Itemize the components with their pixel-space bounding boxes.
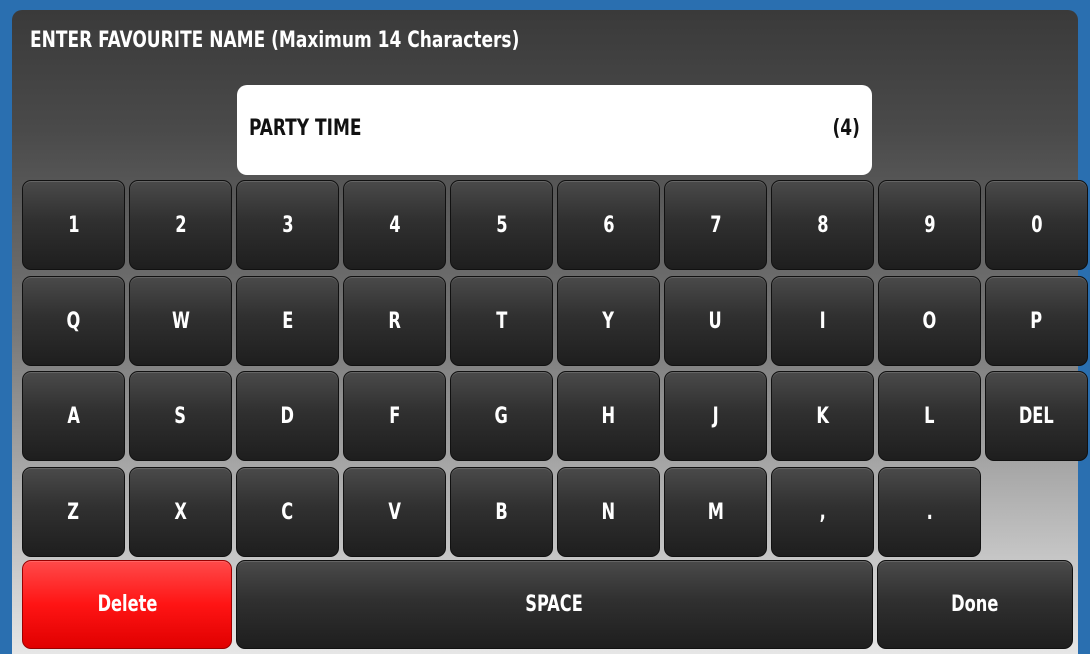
done-button[interactable]: Done: [877, 560, 1073, 649]
key-del[interactable]: DEL: [985, 371, 1088, 461]
key-f[interactable]: F: [343, 371, 446, 461]
key-a[interactable]: A: [22, 371, 125, 461]
key-0[interactable]: 0: [985, 180, 1088, 270]
key-label: 0: [1030, 212, 1043, 238]
key-i[interactable]: I: [771, 276, 874, 366]
key-label: V: [388, 499, 401, 525]
key-label: Y: [602, 308, 615, 334]
key-label: G: [494, 403, 509, 429]
key-label: D: [280, 403, 295, 429]
key-4[interactable]: 4: [343, 180, 446, 270]
key-label: Q: [66, 308, 81, 334]
key-w[interactable]: W: [129, 276, 232, 366]
key-t[interactable]: T: [450, 276, 553, 366]
key-l[interactable]: L: [878, 371, 981, 461]
key-label: W: [171, 308, 190, 334]
key-d[interactable]: D: [236, 371, 339, 461]
dialog-title: ENTER FAVOURITE NAME (Maximum 14 Charact…: [30, 28, 520, 53]
key-e[interactable]: E: [236, 276, 339, 366]
key-label: O: [922, 308, 937, 334]
remaining-char-count: (4): [832, 116, 860, 141]
key-p[interactable]: P: [985, 276, 1088, 366]
key-label: J: [712, 403, 719, 429]
done-button-label: Done: [951, 592, 999, 617]
key-period[interactable]: .: [878, 467, 981, 557]
key-q[interactable]: Q: [22, 276, 125, 366]
key-label: T: [495, 308, 508, 334]
key-label: 7: [709, 212, 722, 238]
space-button[interactable]: SPACE: [236, 560, 873, 649]
key-label: B: [495, 499, 508, 525]
key-c[interactable]: C: [236, 467, 339, 557]
key-k[interactable]: K: [771, 371, 874, 461]
key-1[interactable]: 1: [22, 180, 125, 270]
delete-button[interactable]: Delete: [22, 560, 232, 649]
key-v[interactable]: V: [343, 467, 446, 557]
key-b[interactable]: B: [450, 467, 553, 557]
key-label: X: [174, 499, 187, 525]
key-label: L: [924, 403, 935, 429]
key-6[interactable]: 6: [557, 180, 660, 270]
key-label: 5: [495, 212, 508, 238]
key-label: 2: [174, 212, 187, 238]
key-u[interactable]: U: [664, 276, 767, 366]
key-label: E: [281, 308, 294, 334]
key-label: Z: [67, 499, 80, 525]
key-label: N: [601, 499, 616, 525]
key-label: 4: [388, 212, 401, 238]
key-x[interactable]: X: [129, 467, 232, 557]
key-label: A: [67, 403, 80, 429]
key-g[interactable]: G: [450, 371, 553, 461]
key-8[interactable]: 8: [771, 180, 874, 270]
key-2[interactable]: 2: [129, 180, 232, 270]
key-label: 6: [602, 212, 615, 238]
name-input-value: PARTY TIME: [249, 116, 362, 141]
key-label: 1: [67, 212, 80, 238]
key-7[interactable]: 7: [664, 180, 767, 270]
key-label: C: [281, 499, 294, 525]
key-9[interactable]: 9: [878, 180, 981, 270]
key-y[interactable]: Y: [557, 276, 660, 366]
key-label: R: [388, 308, 401, 334]
key-label: .: [926, 499, 933, 525]
key-label: I: [819, 308, 826, 334]
key-z[interactable]: Z: [22, 467, 125, 557]
key-comma[interactable]: ,: [771, 467, 874, 557]
key-label: ,: [819, 499, 826, 525]
key-label: DEL: [1019, 403, 1054, 429]
key-label: F: [388, 403, 401, 429]
key-h[interactable]: H: [557, 371, 660, 461]
key-label: M: [707, 499, 724, 525]
key-label: U: [708, 308, 723, 334]
key-label: S: [174, 403, 187, 429]
delete-button-label: Delete: [97, 592, 157, 617]
key-n[interactable]: N: [557, 467, 660, 557]
key-label: 9: [923, 212, 936, 238]
key-3[interactable]: 3: [236, 180, 339, 270]
key-label: P: [1030, 308, 1043, 334]
key-o[interactable]: O: [878, 276, 981, 366]
key-label: 3: [281, 212, 294, 238]
key-r[interactable]: R: [343, 276, 446, 366]
space-button-label: SPACE: [525, 592, 584, 617]
key-s[interactable]: S: [129, 371, 232, 461]
key-m[interactable]: M: [664, 467, 767, 557]
key-j[interactable]: J: [664, 371, 767, 461]
key-label: 8: [816, 212, 829, 238]
key-5[interactable]: 5: [450, 180, 553, 270]
key-label: H: [601, 403, 616, 429]
key-label: K: [816, 403, 829, 429]
